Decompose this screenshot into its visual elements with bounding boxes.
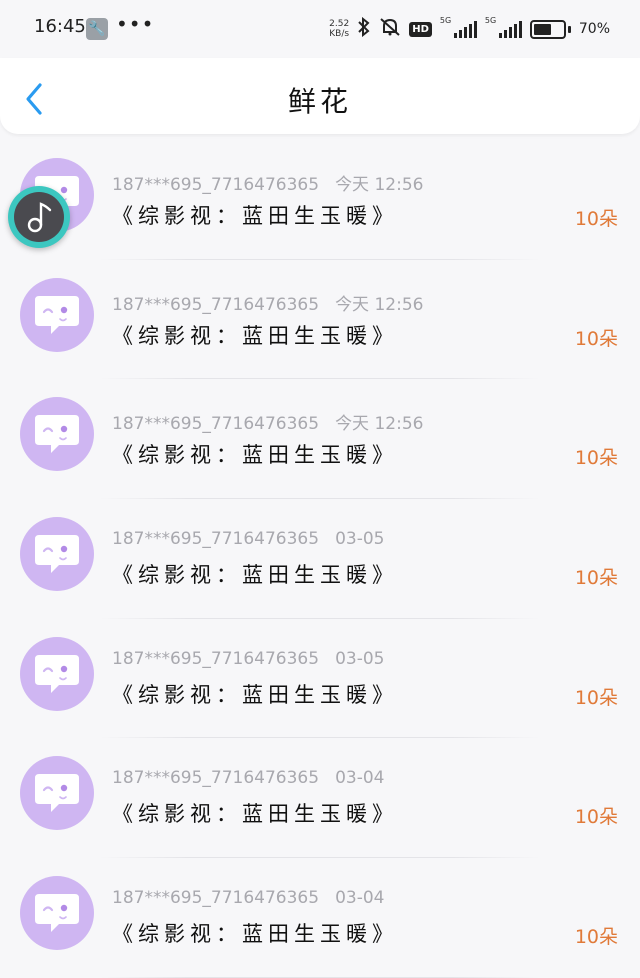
item-time: 03-04 bbox=[335, 768, 385, 789]
network-speed-unit: KB/s bbox=[329, 29, 350, 39]
item-flower-count: 10朵 bbox=[574, 686, 618, 709]
list-item[interactable]: 187***695_7716476365 03-05 《综影视：蓝田生玉暖》 10… bbox=[0, 619, 640, 739]
item-meta: 187***695_7716476365 03-05 bbox=[112, 529, 384, 549]
list-item[interactable]: 187***695_7716476365 今天 12:56 《综影视：蓝田生玉暖》… bbox=[0, 260, 640, 380]
list-item[interactable]: 187***695_7716476365 今天 12:56 《综影视：蓝田生玉暖》… bbox=[0, 140, 640, 260]
status-bar: 16:45 🔧 ••• 2.52 KB/s HD 5G 5G 70% bbox=[0, 0, 640, 58]
item-flower-count: 10朵 bbox=[574, 567, 618, 590]
item-time: 03-05 bbox=[335, 648, 385, 669]
avatar[interactable] bbox=[20, 636, 94, 711]
item-username: 187***695_7716476365 bbox=[112, 175, 320, 195]
list-item[interactable]: 187***695_7716476365 03-04 《综影视：蓝田生玉暖》 10… bbox=[0, 738, 640, 859]
item-username: 187***695_7716476365 bbox=[112, 768, 320, 789]
battery-percent: 70% bbox=[578, 21, 610, 37]
avatar[interactable] bbox=[20, 756, 94, 831]
signal-strength-2: 5G bbox=[485, 16, 522, 38]
network-speed: 2.52 KB/s bbox=[329, 19, 349, 39]
item-book-title: 《综影视：蓝田生玉暖》 bbox=[112, 682, 398, 707]
list-item[interactable]: 187***695_7716476365 03-05 《综影视：蓝田生玉暖》 10… bbox=[0, 499, 640, 619]
item-book-title: 《综影视：蓝田生玉暖》 bbox=[112, 922, 398, 947]
chat-bubble-face-icon bbox=[35, 894, 79, 933]
avatar[interactable] bbox=[20, 517, 94, 592]
item-time: 今天 12:56 bbox=[335, 414, 424, 435]
music-note-icon bbox=[27, 202, 52, 233]
item-flower-count: 10朵 bbox=[574, 447, 618, 470]
item-flower-count: 10朵 bbox=[574, 208, 618, 230]
chat-bubble-face-icon bbox=[35, 295, 79, 334]
item-meta: 187***695_7716476365 03-05 bbox=[112, 649, 384, 669]
top-bar: 鲜花 bbox=[0, 58, 640, 134]
item-meta: 187***695_7716476365 今天 12:56 bbox=[112, 290, 423, 315]
item-book-title: 《综影视：蓝田生玉暖》 bbox=[112, 443, 398, 468]
item-flower-count: 10朵 bbox=[574, 327, 618, 350]
avatar[interactable] bbox=[20, 277, 94, 352]
item-flower-count: 10朵 bbox=[574, 806, 618, 829]
wrench-icon: 🔧 bbox=[86, 18, 108, 40]
item-username: 187***695_7716476365 bbox=[112, 648, 320, 669]
item-meta: 187***695_7716476365 03-04 bbox=[112, 888, 384, 908]
silent-bell-icon bbox=[379, 17, 401, 41]
battery-icon bbox=[529, 19, 571, 39]
signal-strength-1: 5G bbox=[440, 16, 477, 38]
item-book-title: 《综影视：蓝田生玉暖》 bbox=[112, 323, 398, 348]
signal-label: 5G bbox=[439, 16, 452, 25]
item-username: 187***695_7716476365 bbox=[112, 888, 320, 909]
item-meta: 187***695_7716476365 03-04 bbox=[112, 768, 384, 788]
item-meta: 187***695_7716476365 今天 12:56 bbox=[112, 409, 423, 434]
chat-bubble-face-icon bbox=[35, 654, 79, 693]
floating-music-player-button[interactable] bbox=[8, 186, 70, 248]
list-item[interactable]: 187***695_7716476365 03-04 《综影视：蓝田生玉暖》 10… bbox=[0, 858, 640, 978]
item-time: 03-04 bbox=[335, 888, 385, 909]
chat-bubble-face-icon bbox=[35, 535, 79, 574]
flower-gift-list: 187***695_7716476365 今天 12:56 《综影视：蓝田生玉暖》… bbox=[0, 140, 640, 978]
item-username: 187***695_7716476365 bbox=[112, 294, 320, 315]
avatar[interactable] bbox=[20, 876, 94, 951]
item-time: 今天 12:56 bbox=[335, 175, 424, 195]
item-flower-count: 10朵 bbox=[574, 926, 618, 949]
chat-bubble-face-icon bbox=[35, 774, 79, 813]
network-speed-value: 2.52 bbox=[329, 19, 350, 29]
item-username: 187***695_7716476365 bbox=[112, 529, 320, 550]
signal-label: 5G bbox=[484, 16, 497, 25]
avatar[interactable] bbox=[20, 397, 94, 472]
page-title: 鲜花 bbox=[287, 85, 352, 118]
item-username: 187***695_7716476365 bbox=[112, 414, 320, 435]
item-book-title: 《综影视：蓝田生玉暖》 bbox=[112, 204, 398, 228]
item-book-title: 《综影视：蓝田生玉暖》 bbox=[112, 563, 398, 588]
item-book-title: 《综影视：蓝田生玉暖》 bbox=[112, 802, 398, 827]
item-meta: 187***695_7716476365 今天 12:56 bbox=[112, 170, 423, 195]
more-notifications-icon: ••• bbox=[116, 12, 155, 36]
status-icons: 2.52 KB/s HD 5G 5G 70% bbox=[329, 16, 610, 42]
list-item[interactable]: 187***695_7716476365 今天 12:56 《综影视：蓝田生玉暖》… bbox=[0, 379, 640, 500]
item-time: 今天 12:56 bbox=[335, 294, 424, 315]
chat-bubble-face-icon bbox=[35, 415, 79, 454]
hd-voice-badge: HD bbox=[409, 21, 432, 37]
item-time: 03-05 bbox=[335, 529, 385, 550]
bluetooth-icon bbox=[357, 16, 371, 41]
status-time: 16:45 bbox=[34, 16, 86, 37]
